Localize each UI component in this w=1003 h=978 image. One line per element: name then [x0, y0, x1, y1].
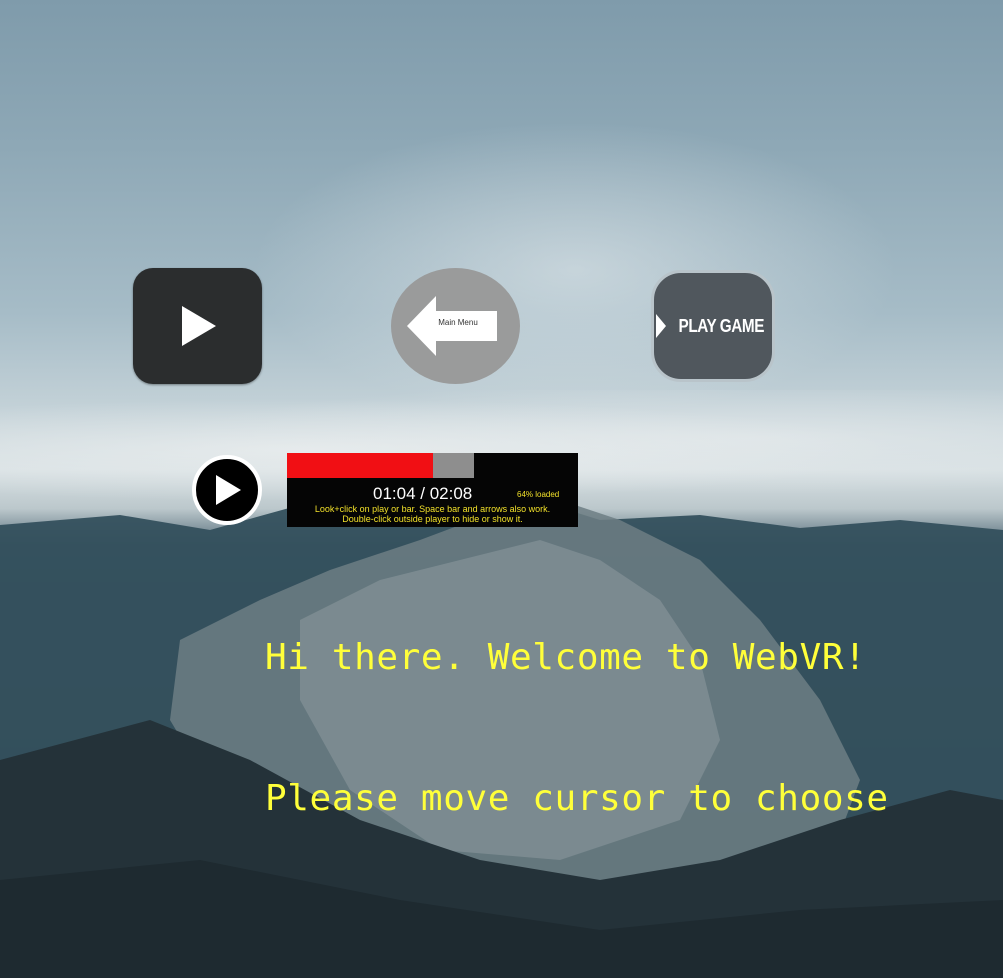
hint-line-2: Double-click outside player to hide or s… — [342, 514, 523, 524]
welcome-message: Hi there. Welcome to WebVR! Please move … — [265, 540, 889, 916]
play-video-button[interactable] — [133, 268, 262, 384]
welcome-line-2: Please move cursor to choose — [265, 778, 889, 819]
progress-bar[interactable] — [287, 453, 578, 478]
welcome-line-1: Hi there. Welcome to WebVR! — [265, 637, 867, 678]
player-hint: Look+click on play or bar. Space bar and… — [287, 504, 578, 524]
time-display: 01:04 / 02:08 — [373, 484, 473, 503]
hint-line-1: Look+click on play or bar. Space bar and… — [314, 504, 551, 514]
play-icon — [216, 475, 241, 505]
play-game-button[interactable]: PLAY GAME — [651, 270, 775, 382]
progress-loaded — [433, 453, 474, 478]
vr-scene[interactable]: Main Menu PLAY GAME 01:04 / 02:08 64% lo… — [0, 0, 1003, 978]
progress-played — [287, 453, 433, 478]
play-icon — [181, 306, 216, 346]
play-game-label: PLAY GAME — [678, 315, 764, 336]
video-player-bar: 01:04 / 02:08 64% loaded Look+click on p… — [287, 453, 578, 527]
video-play-button[interactable] — [192, 455, 262, 525]
main-menu-button[interactable]: Main Menu — [391, 268, 520, 384]
play-icon — [655, 314, 666, 338]
loaded-percentage: 64% loaded — [517, 490, 560, 499]
main-menu-label: Main Menu — [438, 318, 478, 327]
